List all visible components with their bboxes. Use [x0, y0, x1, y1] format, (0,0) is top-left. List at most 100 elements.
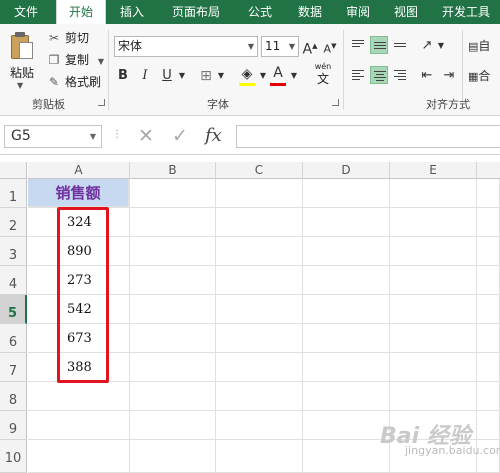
cell[interactable]	[216, 440, 303, 473]
insert-function-icon[interactable]: fx	[205, 125, 222, 146]
tab-view[interactable]: 视图	[384, 0, 428, 24]
cell[interactable]	[216, 353, 303, 382]
enter-icon[interactable]: ✓	[172, 125, 188, 147]
grow-font-button[interactable]: A▲	[302, 36, 318, 58]
font-size-select[interactable]: 11 ▼	[261, 36, 299, 57]
tab-review[interactable]: 审阅	[336, 0, 380, 24]
align-middle-button[interactable]	[370, 36, 388, 54]
cell[interactable]	[303, 411, 390, 440]
cut-button[interactable]: ✂ 剪切	[46, 29, 89, 47]
tab-data[interactable]: 数据	[288, 0, 332, 24]
font-launcher-icon[interactable]	[332, 99, 339, 106]
column-header-a[interactable]: A	[28, 162, 130, 179]
bold-button[interactable]: B	[114, 66, 132, 86]
fill-color-button[interactable]: ◈	[237, 64, 257, 84]
wrap-text-button[interactable]: ▤自	[468, 36, 500, 56]
cell[interactable]	[216, 324, 303, 353]
row-header-active[interactable]: 5	[0, 295, 27, 324]
column-header-d[interactable]: D	[303, 162, 390, 179]
tab-insert[interactable]: 插入	[110, 0, 154, 24]
tab-page-layout[interactable]: 页面布局	[160, 0, 232, 24]
cell[interactable]	[303, 295, 390, 324]
paste-icon[interactable]	[11, 32, 35, 60]
row-header[interactable]: 9	[0, 411, 27, 440]
cell[interactable]	[390, 179, 477, 208]
tab-file[interactable]: 文件	[0, 0, 52, 24]
cell[interactable]	[216, 295, 303, 324]
align-top-button[interactable]	[349, 36, 367, 54]
border-icon[interactable]: ⊞	[197, 66, 215, 86]
cell[interactable]	[216, 237, 303, 266]
merge-center-button[interactable]: ▦合	[468, 66, 500, 86]
cell[interactable]	[28, 411, 130, 440]
font-color-dropdown-icon[interactable]: ▼	[289, 66, 299, 86]
cell[interactable]	[130, 266, 216, 295]
tab-formulas[interactable]: 公式	[238, 0, 282, 24]
row-header[interactable]: 6	[0, 324, 27, 353]
cell[interactable]	[130, 353, 216, 382]
align-center-button[interactable]	[370, 66, 388, 84]
cell[interactable]	[303, 208, 390, 237]
tab-home[interactable]: 开始	[56, 0, 106, 24]
underline-button[interactable]: U	[158, 66, 176, 86]
increase-indent-icon[interactable]: ⇥	[440, 66, 458, 86]
cell[interactable]	[477, 237, 500, 266]
cell[interactable]	[303, 440, 390, 473]
italic-button[interactable]: I	[136, 66, 154, 86]
cell[interactable]	[28, 440, 130, 473]
paste-button[interactable]: 粘贴	[10, 64, 34, 81]
cell[interactable]	[130, 295, 216, 324]
cell[interactable]	[130, 208, 216, 237]
cell[interactable]	[303, 237, 390, 266]
orientation-dropdown-icon[interactable]: ▼	[436, 36, 446, 56]
cell[interactable]	[216, 208, 303, 237]
cell[interactable]	[477, 208, 500, 237]
cell[interactable]	[130, 324, 216, 353]
cell[interactable]	[390, 266, 477, 295]
cell[interactable]	[477, 266, 500, 295]
cell[interactable]	[477, 382, 500, 411]
cell[interactable]	[477, 353, 500, 382]
row-header[interactable]: 4	[0, 266, 27, 295]
cell[interactable]	[130, 411, 216, 440]
underline-dropdown-icon[interactable]: ▼	[177, 66, 187, 86]
copy-button[interactable]: ❐ 复制 ▼	[46, 51, 104, 69]
column-header-f[interactable]	[477, 162, 500, 179]
cell[interactable]	[303, 382, 390, 411]
format-painter-button[interactable]: ✎ 格式刷	[46, 73, 101, 91]
cell[interactable]	[477, 295, 500, 324]
row-header[interactable]: 3	[0, 237, 27, 266]
select-all-corner[interactable]	[0, 162, 27, 179]
cell[interactable]	[477, 179, 500, 208]
cell[interactable]	[303, 353, 390, 382]
column-header-e[interactable]: E	[390, 162, 477, 179]
orientation-icon[interactable]: ↗	[418, 36, 436, 56]
cell[interactable]	[390, 237, 477, 266]
paste-dropdown-icon[interactable]: ▼	[17, 81, 23, 90]
row-header[interactable]: 1	[0, 179, 27, 208]
align-left-button[interactable]	[349, 66, 367, 84]
align-bottom-button[interactable]	[391, 36, 409, 54]
border-dropdown-icon[interactable]: ▼	[216, 66, 226, 86]
cell[interactable]	[216, 266, 303, 295]
column-header-b[interactable]: B	[130, 162, 216, 179]
cell[interactable]	[216, 179, 303, 208]
decrease-indent-icon[interactable]: ⇤	[418, 66, 436, 86]
cell[interactable]	[390, 324, 477, 353]
cell[interactable]	[303, 179, 390, 208]
cell[interactable]	[477, 324, 500, 353]
font-color-button[interactable]: A	[270, 63, 286, 83]
row-header[interactable]: 7	[0, 353, 27, 382]
cell[interactable]	[216, 382, 303, 411]
name-box[interactable]: G5 ▼	[4, 125, 102, 148]
cell[interactable]	[130, 440, 216, 473]
cell[interactable]	[390, 208, 477, 237]
phonetic-button[interactable]: wén 文	[310, 62, 336, 85]
shrink-font-button[interactable]: A▼	[322, 36, 338, 56]
clipboard-launcher-icon[interactable]	[98, 99, 105, 106]
cell[interactable]	[130, 237, 216, 266]
row-header[interactable]: 10	[0, 440, 27, 473]
fill-color-dropdown-icon[interactable]: ▼	[258, 66, 268, 86]
formula-input[interactable]	[236, 125, 500, 148]
cell[interactable]	[28, 382, 130, 411]
